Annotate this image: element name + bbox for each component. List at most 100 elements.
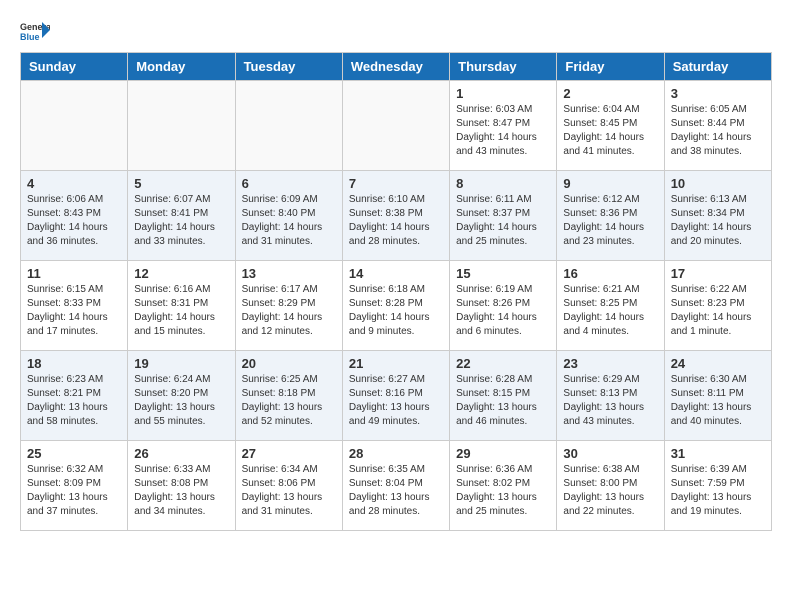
day-header-saturday: Saturday	[664, 53, 771, 81]
calendar-cell-4: 4 Sunrise: 6:06 AM Sunset: 8:43 PM Daylig…	[21, 171, 128, 261]
calendar-cell-16: 16 Sunrise: 6:21 AM Sunset: 8:25 PM Dayli…	[557, 261, 664, 351]
cell-date: 21	[349, 356, 443, 371]
logo-icon: General Blue	[20, 20, 50, 42]
calendar-cell-1: 1 Sunrise: 6:03 AM Sunset: 8:47 PM Daylig…	[450, 81, 557, 171]
calendar-cell-25: 25 Sunrise: 6:32 AM Sunset: 8:09 PM Dayli…	[21, 441, 128, 531]
cell-date: 22	[456, 356, 550, 371]
calendar-cell-3: 3Sunrise: 6:05 AM Sunset: 8:44 PM Daylig…	[664, 81, 771, 171]
cell-date: 19	[134, 356, 228, 371]
calendar-cell-14: 14 Sunrise: 6:18 AM Sunset: 8:28 PM Dayli…	[342, 261, 449, 351]
calendar-cell-23: 23Sunrise: 6:29 AM Sunset: 8:13 PM Dayli…	[557, 351, 664, 441]
calendar-cell-18: 18 Sunrise: 6:23 AM Sunset: 8:21 PM Dayli…	[21, 351, 128, 441]
calendar-cell-22: 22 Sunrise: 6:28 AM Sunset: 8:15 PM Dayli…	[450, 351, 557, 441]
calendar-cell-15: 15 Sunrise: 6:19 AM Sunset: 8:26 PM Dayli…	[450, 261, 557, 351]
calendar-cell-17: 17 Sunrise: 6:22 AM Sunset: 8:23 PM Dayli…	[664, 261, 771, 351]
day-header-thursday: Thursday	[450, 53, 557, 81]
calendar-cell-19: 19 Sunrise: 6:24 AM Sunset: 8:20 PM Dayli…	[128, 351, 235, 441]
empty-cell	[235, 81, 342, 171]
calendar-cell-24: 24 Sunrise: 6:30 AM Sunset: 8:11 PM Dayli…	[664, 351, 771, 441]
week-row-5: 25 Sunrise: 6:32 AM Sunset: 8:09 PM Dayli…	[21, 441, 772, 531]
cell-date: 9	[563, 176, 657, 191]
cell-date: 24	[671, 356, 765, 371]
cell-date: 3	[671, 86, 765, 101]
cell-date: 8	[456, 176, 550, 191]
cell-date: 20	[242, 356, 336, 371]
calendar-cell-29: 29Sunrise: 6:36 AM Sunset: 8:02 PM Dayli…	[450, 441, 557, 531]
day-header-monday: Monday	[128, 53, 235, 81]
empty-cell	[21, 81, 128, 171]
cell-date: 1	[456, 86, 550, 101]
calendar-cell-28: 28 Sunrise: 6:35 AM Sunset: 8:04 PM Dayli…	[342, 441, 449, 531]
cell-date: 16	[563, 266, 657, 281]
cell-date: 6	[242, 176, 336, 191]
cell-date: 14	[349, 266, 443, 281]
calendar-cell-8: 8 Sunrise: 6:11 AM Sunset: 8:37 PM Daylig…	[450, 171, 557, 261]
cell-info: Sunrise: 6:11 AM Sunset: 8:37 PM Dayligh…	[456, 193, 550, 249]
cell-date: 4	[27, 176, 121, 191]
week-row-3: 11 Sunrise: 6:15 AM Sunset: 8:33 PM Dayli…	[21, 261, 772, 351]
cell-info: Sunrise: 6:18 AM Sunset: 8:28 PM Dayligh…	[349, 283, 443, 339]
cell-info: Sunrise: 6:27 AM Sunset: 8:16 PM Dayligh…	[349, 373, 443, 429]
cell-info: Sunrise: 6:16 AM Sunset: 8:31 PM Dayligh…	[134, 283, 228, 339]
calendar-cell-30: 30Sunrise: 6:38 AM Sunset: 8:00 PM Dayli…	[557, 441, 664, 531]
cell-date: 2	[563, 86, 657, 101]
cell-date: 27	[242, 446, 336, 461]
calendar-cell-7: 7Sunrise: 6:10 AM Sunset: 8:38 PM Daylig…	[342, 171, 449, 261]
header-row: SundayMondayTuesdayWednesdayThursdayFrid…	[21, 53, 772, 81]
cell-info: Sunrise: 6:06 AM Sunset: 8:43 PM Dayligh…	[27, 193, 121, 249]
day-header-friday: Friday	[557, 53, 664, 81]
cell-info: Sunrise: 6:30 AM Sunset: 8:11 PM Dayligh…	[671, 373, 765, 429]
cell-date: 28	[349, 446, 443, 461]
cell-info: Sunrise: 6:23 AM Sunset: 8:21 PM Dayligh…	[27, 373, 121, 429]
calendar-cell-26: 26Sunrise: 6:33 AM Sunset: 8:08 PM Dayli…	[128, 441, 235, 531]
empty-cell	[342, 81, 449, 171]
calendar-cell-31: 31 Sunrise: 6:39 AM Sunset: 7:59 PM Dayli…	[664, 441, 771, 531]
week-row-1: 1 Sunrise: 6:03 AM Sunset: 8:47 PM Daylig…	[21, 81, 772, 171]
logo: General Blue	[20, 20, 54, 42]
cell-info: Sunrise: 6:12 AM Sunset: 8:36 PM Dayligh…	[563, 193, 657, 249]
cell-info: Sunrise: 6:28 AM Sunset: 8:15 PM Dayligh…	[456, 373, 550, 429]
empty-cell	[128, 81, 235, 171]
cell-info: Sunrise: 6:39 AM Sunset: 7:59 PM Dayligh…	[671, 463, 765, 519]
cell-info: Sunrise: 6:35 AM Sunset: 8:04 PM Dayligh…	[349, 463, 443, 519]
cell-info: Sunrise: 6:22 AM Sunset: 8:23 PM Dayligh…	[671, 283, 765, 339]
calendar-cell-12: 12 Sunrise: 6:16 AM Sunset: 8:31 PM Dayli…	[128, 261, 235, 351]
cell-date: 23	[563, 356, 657, 371]
calendar-cell-9: 9 Sunrise: 6:12 AM Sunset: 8:36 PM Daylig…	[557, 171, 664, 261]
svg-text:Blue: Blue	[20, 32, 40, 42]
day-header-sunday: Sunday	[21, 53, 128, 81]
cell-info: Sunrise: 6:07 AM Sunset: 8:41 PM Dayligh…	[134, 193, 228, 249]
cell-date: 5	[134, 176, 228, 191]
week-row-4: 18 Sunrise: 6:23 AM Sunset: 8:21 PM Dayli…	[21, 351, 772, 441]
cell-info: Sunrise: 6:24 AM Sunset: 8:20 PM Dayligh…	[134, 373, 228, 429]
cell-date: 18	[27, 356, 121, 371]
calendar-cell-5: 5 Sunrise: 6:07 AM Sunset: 8:41 PM Daylig…	[128, 171, 235, 261]
cell-date: 11	[27, 266, 121, 281]
cell-date: 17	[671, 266, 765, 281]
cell-info: Sunrise: 6:38 AM Sunset: 8:00 PM Dayligh…	[563, 463, 657, 519]
cell-date: 29	[456, 446, 550, 461]
cell-info: Sunrise: 6:09 AM Sunset: 8:40 PM Dayligh…	[242, 193, 336, 249]
cell-info: Sunrise: 6:19 AM Sunset: 8:26 PM Dayligh…	[456, 283, 550, 339]
cell-info: Sunrise: 6:13 AM Sunset: 8:34 PM Dayligh…	[671, 193, 765, 249]
cell-date: 12	[134, 266, 228, 281]
calendar-table: SundayMondayTuesdayWednesdayThursdayFrid…	[20, 52, 772, 531]
cell-info: Sunrise: 6:15 AM Sunset: 8:33 PM Dayligh…	[27, 283, 121, 339]
calendar-cell-6: 6 Sunrise: 6:09 AM Sunset: 8:40 PM Daylig…	[235, 171, 342, 261]
cell-info: Sunrise: 6:04 AM Sunset: 8:45 PM Dayligh…	[563, 103, 657, 159]
cell-date: 31	[671, 446, 765, 461]
cell-info: Sunrise: 6:10 AM Sunset: 8:38 PM Dayligh…	[349, 193, 443, 249]
week-row-2: 4 Sunrise: 6:06 AM Sunset: 8:43 PM Daylig…	[21, 171, 772, 261]
cell-date: 25	[27, 446, 121, 461]
calendar-cell-11: 11 Sunrise: 6:15 AM Sunset: 8:33 PM Dayli…	[21, 261, 128, 351]
cell-info: Sunrise: 6:03 AM Sunset: 8:47 PM Dayligh…	[456, 103, 550, 159]
day-header-tuesday: Tuesday	[235, 53, 342, 81]
cell-info: Sunrise: 6:21 AM Sunset: 8:25 PM Dayligh…	[563, 283, 657, 339]
cell-info: Sunrise: 6:34 AM Sunset: 8:06 PM Dayligh…	[242, 463, 336, 519]
day-header-wednesday: Wednesday	[342, 53, 449, 81]
cell-date: 15	[456, 266, 550, 281]
cell-info: Sunrise: 6:33 AM Sunset: 8:08 PM Dayligh…	[134, 463, 228, 519]
calendar-cell-2: 2 Sunrise: 6:04 AM Sunset: 8:45 PM Daylig…	[557, 81, 664, 171]
cell-info: Sunrise: 6:32 AM Sunset: 8:09 PM Dayligh…	[27, 463, 121, 519]
cell-info: Sunrise: 6:17 AM Sunset: 8:29 PM Dayligh…	[242, 283, 336, 339]
